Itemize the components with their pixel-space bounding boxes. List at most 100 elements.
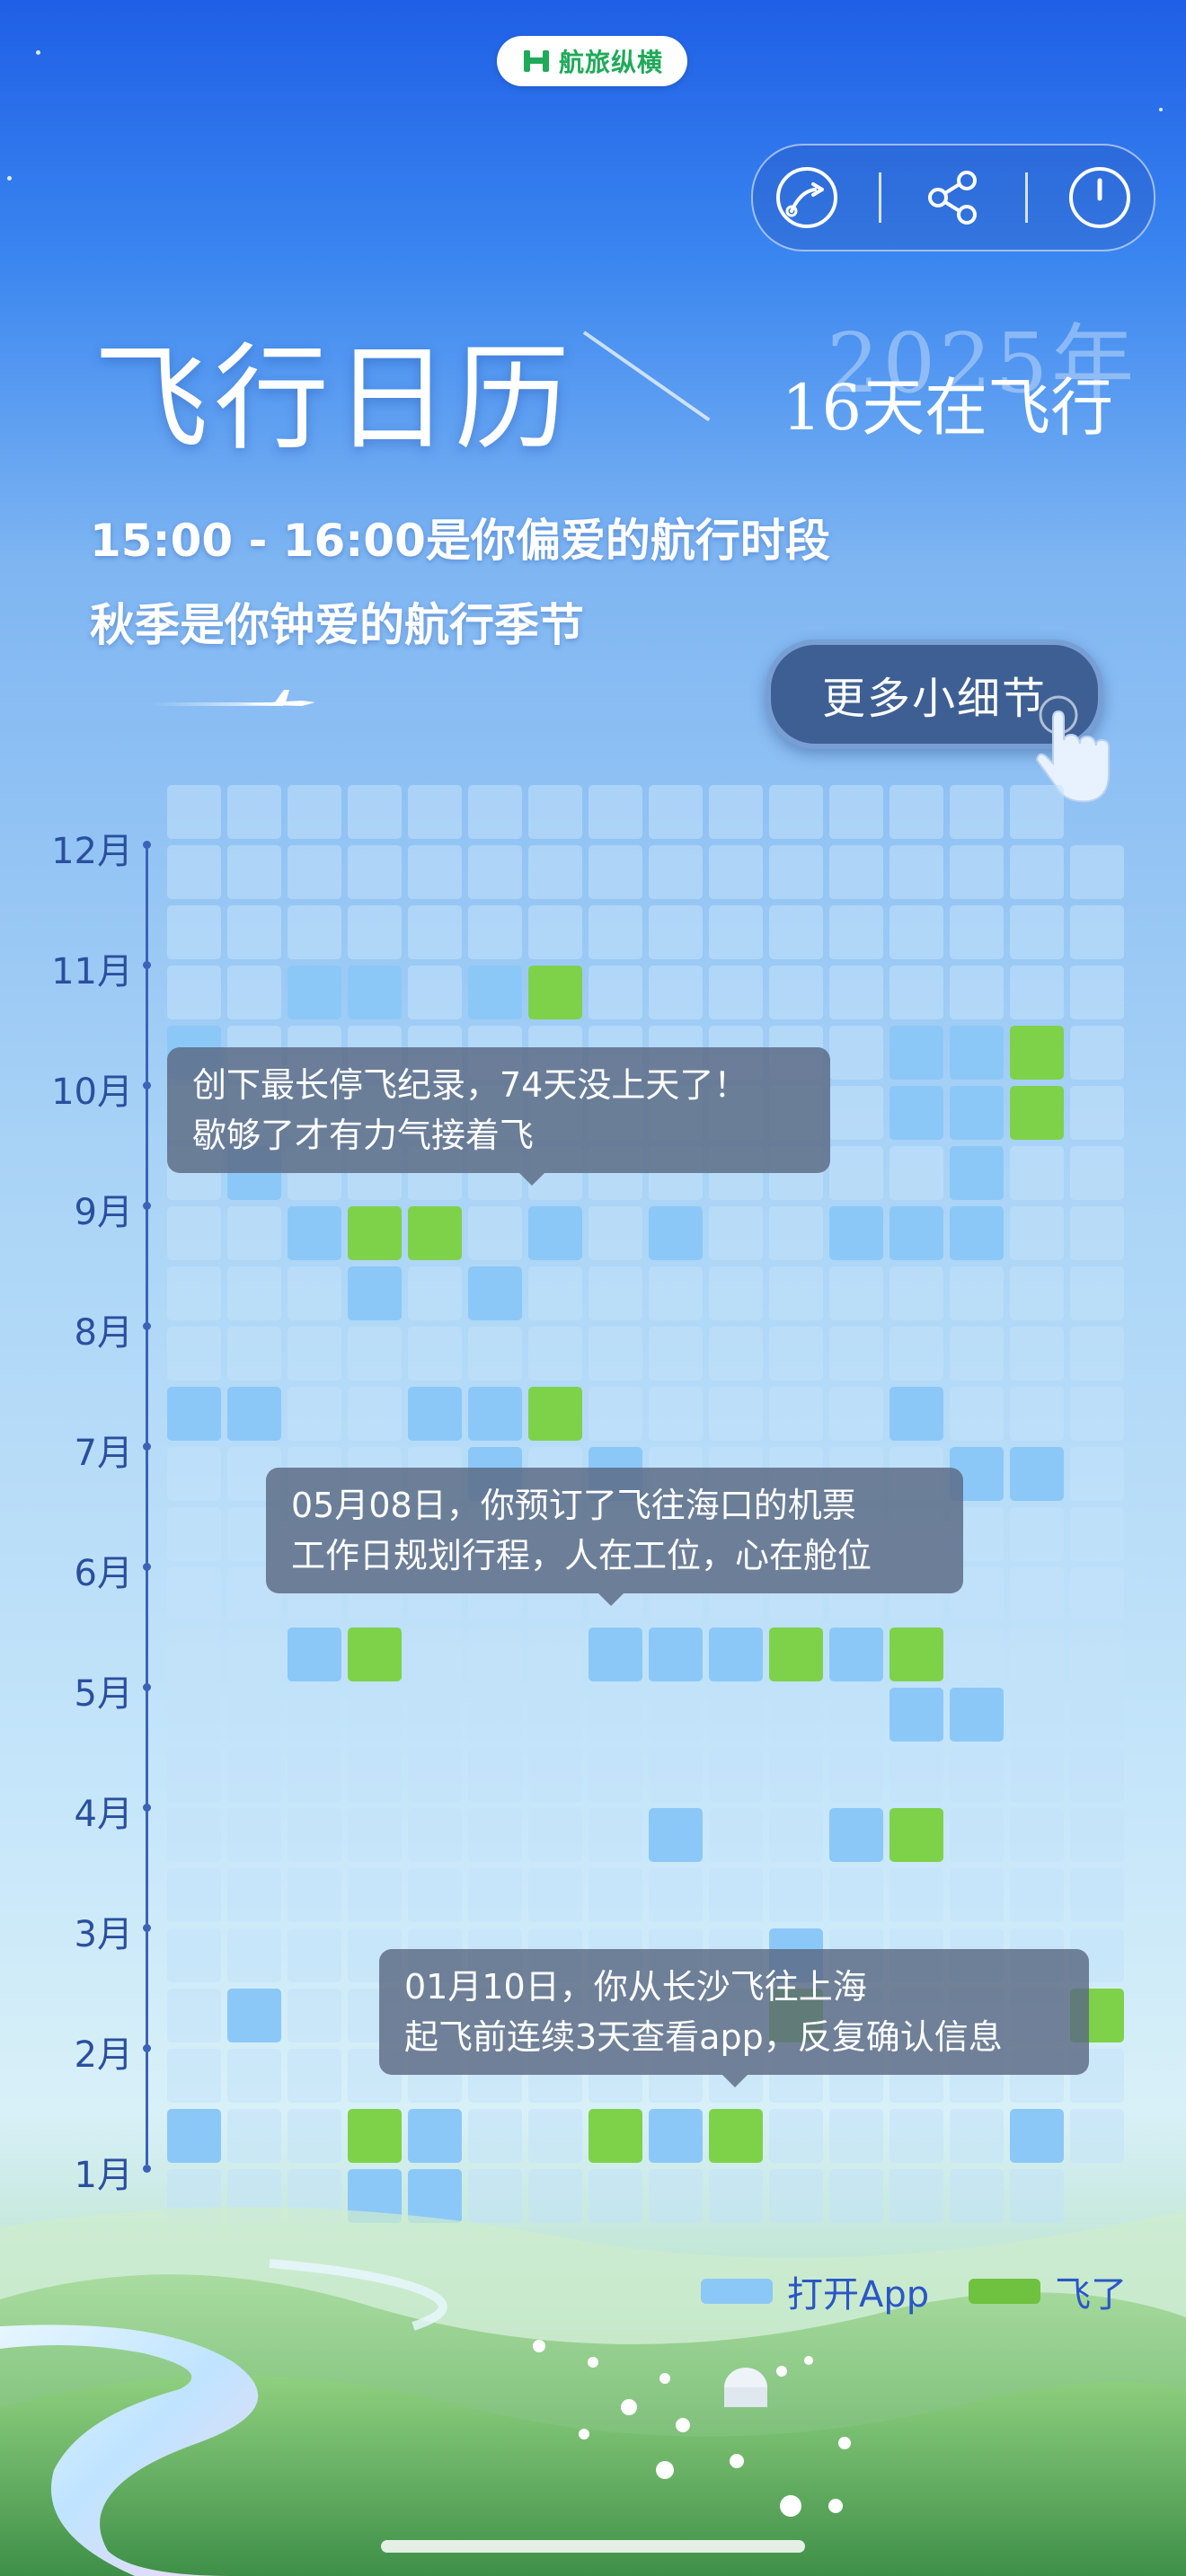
share-button[interactable]	[917, 162, 989, 234]
day-cell	[408, 1628, 462, 1681]
day-cell	[167, 966, 221, 1019]
month-tick	[143, 1202, 151, 1210]
day-cell	[167, 1507, 221, 1561]
day-cell	[769, 1327, 823, 1381]
day-cell	[1070, 1327, 1124, 1381]
day-cell-open-app	[167, 1387, 221, 1441]
day-cell	[408, 1868, 462, 1922]
day-cell	[769, 1748, 823, 1802]
day-cell-flew	[348, 1206, 402, 1260]
tap-hand-icon	[1035, 695, 1110, 803]
day-cell	[227, 2109, 281, 2163]
day-cell	[1070, 1507, 1124, 1561]
day-cell	[468, 2109, 522, 2163]
day-cell-open-app	[709, 1628, 763, 1681]
day-cell	[589, 1688, 642, 1742]
day-cell	[890, 966, 943, 1019]
day-cell	[890, 845, 943, 899]
day-cell	[589, 1868, 642, 1922]
day-cell	[167, 905, 221, 959]
day-cell	[890, 2109, 943, 2163]
day-cell	[769, 1387, 823, 1441]
day-cell-open-app	[468, 966, 522, 1019]
day-cell-flew	[528, 966, 582, 1019]
day-cell	[769, 1808, 823, 1862]
day-cell	[408, 905, 462, 959]
day-cell	[829, 1327, 883, 1381]
day-cell	[1010, 1146, 1064, 1200]
day-cell	[709, 1868, 763, 1922]
day-cell	[468, 1206, 522, 1260]
month-axis	[146, 842, 148, 2165]
day-cell	[709, 785, 763, 839]
day-cell	[1070, 1146, 1124, 1200]
day-cell-open-app	[649, 1628, 703, 1681]
day-cell	[288, 2109, 341, 2163]
day-cell	[288, 2049, 341, 2103]
day-cell-flew	[890, 1808, 943, 1862]
day-cell	[890, 1868, 943, 1922]
airplane-icon	[149, 690, 315, 706]
day-cell	[1070, 1026, 1124, 1080]
day-cell-flew	[890, 1628, 943, 1681]
home-indicator	[381, 2540, 805, 2553]
replay-button[interactable]	[771, 162, 843, 234]
day-cell	[950, 845, 1004, 899]
legend-swatch-open-app	[701, 2279, 773, 2304]
day-cell	[408, 845, 462, 899]
day-cell	[950, 905, 1004, 959]
day-cell	[709, 845, 763, 899]
day-cell	[1010, 1748, 1064, 1802]
month-tick	[143, 1322, 151, 1330]
day-cell	[1070, 1748, 1124, 1802]
month-label: 5月	[74, 1673, 133, 1715]
day-cell	[769, 845, 823, 899]
day-cell	[227, 1266, 281, 1320]
title-divider	[582, 331, 711, 422]
day-cell	[589, 1327, 642, 1381]
day-cell	[348, 1387, 402, 1441]
tooltip-haikou-booking: 05月08日，你预订了飞往海口的机票 工作日规划行程，人在工位，心在舱位	[266, 1468, 963, 1606]
tooltip-arrow	[722, 2075, 748, 2087]
day-cell	[348, 1688, 402, 1742]
day-cell	[288, 1868, 341, 1922]
legend-label-open-app: 打开App	[787, 2274, 930, 2316]
day-cell	[468, 785, 522, 839]
day-cell	[1010, 1387, 1064, 1441]
day-cell	[1070, 1868, 1124, 1922]
day-cell	[890, 785, 943, 839]
day-cell	[950, 1387, 1004, 1441]
day-cell	[528, 1628, 582, 1681]
top-toolbar	[751, 144, 1155, 251]
day-cell	[589, 1387, 642, 1441]
day-cell-flew	[1010, 1026, 1064, 1080]
power-icon	[1069, 167, 1130, 228]
day-cell	[348, 845, 402, 899]
star-decoration	[36, 50, 40, 55]
day-cell	[769, 966, 823, 1019]
day-cell	[649, 785, 703, 839]
day-cell	[408, 1327, 462, 1381]
day-cell	[167, 1748, 221, 1802]
month-tick	[143, 1081, 151, 1090]
tooltip-line: 创下最长停飞纪录，74天没上天了！	[192, 1065, 748, 1105]
tooltip-line: 01月10日，你从长沙飞往上海	[404, 1967, 867, 2007]
day-cell-open-app	[348, 966, 402, 1019]
page-title: 飞行日历	[93, 332, 576, 466]
day-cell	[890, 1146, 943, 1200]
day-cell	[468, 845, 522, 899]
day-cell	[589, 1748, 642, 1802]
day-cell-open-app	[950, 1026, 1004, 1080]
power-button[interactable]	[1064, 162, 1136, 234]
tooltip-line: 歇够了才有力气接着飞	[192, 1116, 535, 1155]
day-cell	[408, 1266, 462, 1320]
preferred-season-text: 秋季是你钟爱的航行季节	[90, 599, 584, 651]
day-cell	[408, 1808, 462, 1862]
day-cell-flew	[709, 2109, 763, 2163]
day-cell-open-app	[890, 1206, 943, 1260]
day-cell	[167, 785, 221, 839]
day-cell	[1070, 2109, 1124, 2163]
day-cell	[167, 1206, 221, 1260]
day-cell	[167, 1266, 221, 1320]
day-cell	[950, 1266, 1004, 1320]
